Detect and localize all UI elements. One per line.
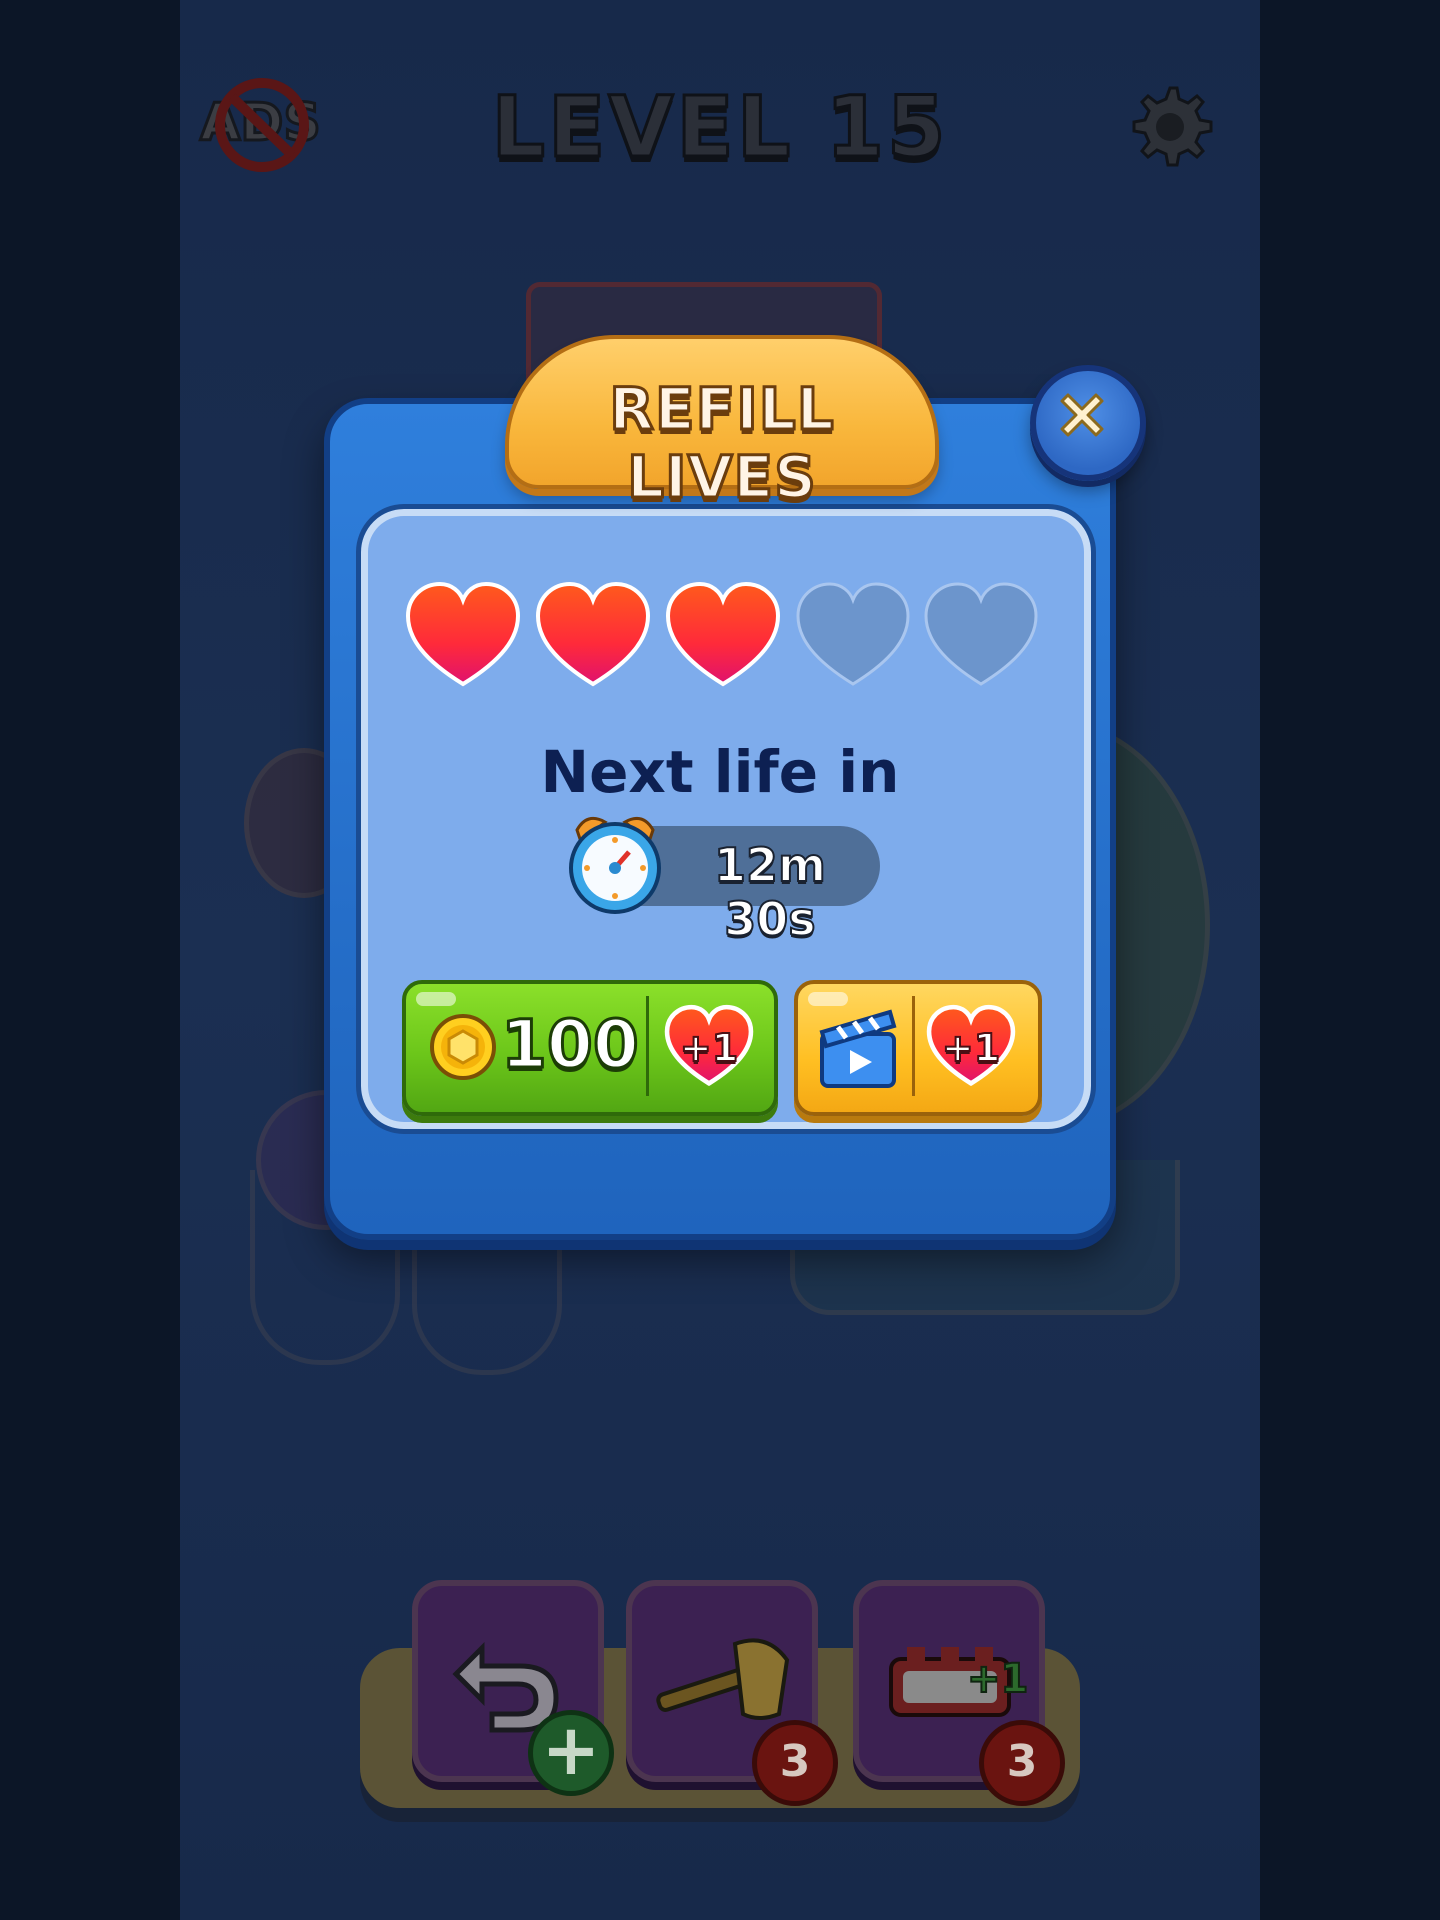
coin-reward-label: +1 bbox=[679, 1025, 739, 1071]
booster-add-badge[interactable]: + bbox=[528, 1710, 614, 1796]
heart-empty-icon bbox=[924, 582, 1038, 686]
booster-count-badge: 3 bbox=[752, 1720, 838, 1806]
button-divider bbox=[646, 996, 649, 1096]
left-margin bbox=[0, 0, 180, 1920]
extra-slot-plus-label: +1 bbox=[966, 1655, 1029, 1703]
heart-full-icon bbox=[405, 581, 521, 687]
hammer-icon bbox=[656, 1638, 790, 1720]
lives-row bbox=[400, 580, 1040, 700]
coin-price: 100 bbox=[500, 1005, 641, 1085]
next-life-timer: 12m 30s bbox=[713, 837, 827, 947]
close-button[interactable] bbox=[1030, 365, 1146, 481]
booster-extra-slot[interactable]: +1 3 bbox=[853, 1580, 1065, 1806]
button-divider bbox=[912, 996, 915, 1096]
booster-count-badge: 3 bbox=[979, 1720, 1065, 1806]
next-life-label: Next life in bbox=[540, 738, 900, 806]
button-gloss bbox=[416, 992, 456, 1006]
booster-hammer[interactable]: 3 bbox=[626, 1580, 838, 1806]
dialog-title-ribbon: REFILL LIVES bbox=[505, 335, 939, 513]
coin-icon bbox=[430, 1014, 496, 1080]
level-title: LEVEL 15 bbox=[490, 77, 949, 178]
close-icon bbox=[1060, 393, 1104, 437]
buy-life-with-coins-button[interactable]: 100 +1 bbox=[402, 980, 778, 1116]
settings-gear-icon[interactable] bbox=[1125, 82, 1215, 172]
dialog-title: REFILL LIVES bbox=[608, 374, 835, 513]
booster-undo[interactable]: + bbox=[412, 1580, 614, 1796]
watch-ad-for-life-button[interactable]: +1 bbox=[794, 980, 1042, 1116]
video-reward-label: +1 bbox=[941, 1025, 1001, 1071]
video-clapper-icon bbox=[819, 1009, 897, 1088]
heart-full-icon bbox=[535, 581, 651, 687]
heart-full-icon bbox=[665, 581, 781, 687]
heart-empty-icon bbox=[796, 582, 910, 686]
alarm-clock-icon bbox=[569, 816, 661, 914]
right-margin bbox=[1260, 0, 1440, 1920]
